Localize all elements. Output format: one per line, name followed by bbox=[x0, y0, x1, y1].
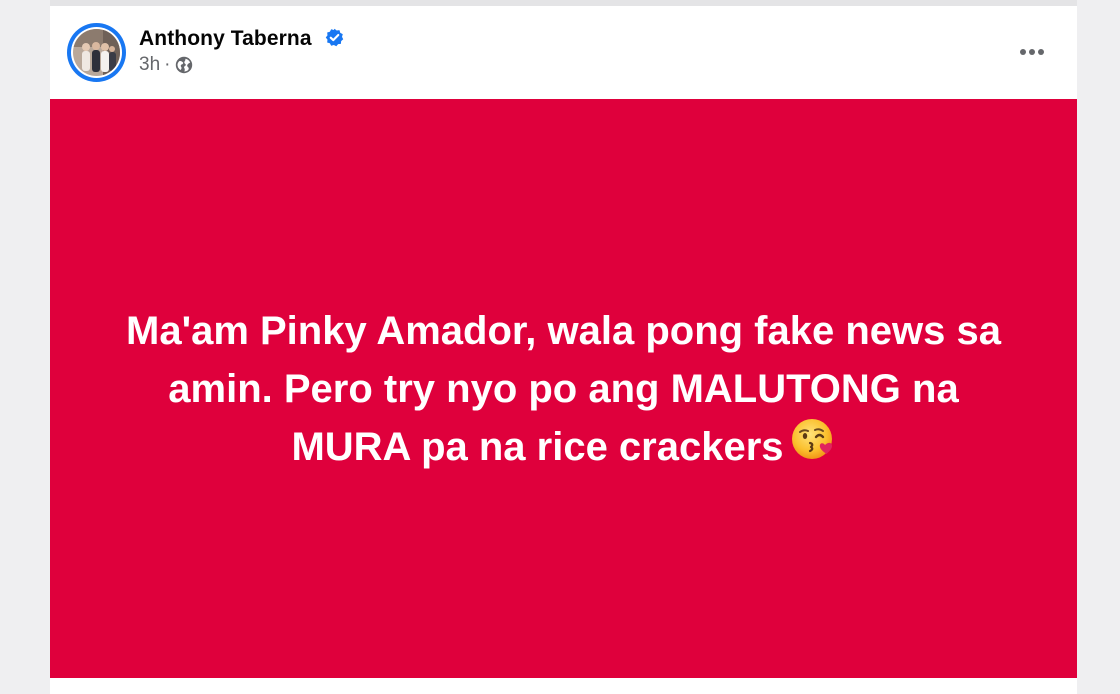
post-card-footer-edge bbox=[50, 678, 1077, 694]
post-text: Ma'am Pinky Amador, wala pong fake news … bbox=[84, 302, 1044, 480]
post-meta: 3h · bbox=[139, 54, 193, 76]
feed-page: Anthony Taberna 3h · Ma'am Pinky Amador,… bbox=[0, 0, 1120, 694]
more-options-button[interactable] bbox=[1010, 34, 1054, 70]
post-header: Anthony Taberna 3h · bbox=[50, 6, 1077, 99]
post-text-line-2: amin. Pero try nyo po ang MALUTONG na bbox=[168, 367, 959, 412]
post-text-line-3: MURA pa na rice crackers bbox=[291, 425, 784, 470]
meta-separator: · bbox=[164, 54, 171, 75]
author-name[interactable]: Anthony Taberna bbox=[139, 27, 312, 51]
post-text-line-1: Ma'am Pinky Amador, wala pong fake news … bbox=[126, 309, 1001, 354]
avatar-photo-image bbox=[73, 29, 120, 76]
post-text-line-3-wrapper: MURA pa na rice crackers bbox=[84, 418, 1044, 480]
globe-icon[interactable] bbox=[175, 56, 193, 74]
post-card: Anthony Taberna 3h · Ma'am Pinky Amador,… bbox=[50, 6, 1077, 694]
verified-badge-icon bbox=[325, 28, 344, 47]
post-timestamp[interactable]: 3h bbox=[139, 54, 160, 76]
author-avatar[interactable] bbox=[67, 23, 126, 82]
post-text-background: Ma'am Pinky Amador, wala pong fake news … bbox=[50, 99, 1077, 678]
more-horizontal-icon bbox=[1020, 49, 1044, 55]
avatar-ring bbox=[71, 27, 122, 78]
avatar-photo bbox=[73, 29, 120, 76]
face-blowing-a-kiss-emoji bbox=[790, 416, 836, 478]
